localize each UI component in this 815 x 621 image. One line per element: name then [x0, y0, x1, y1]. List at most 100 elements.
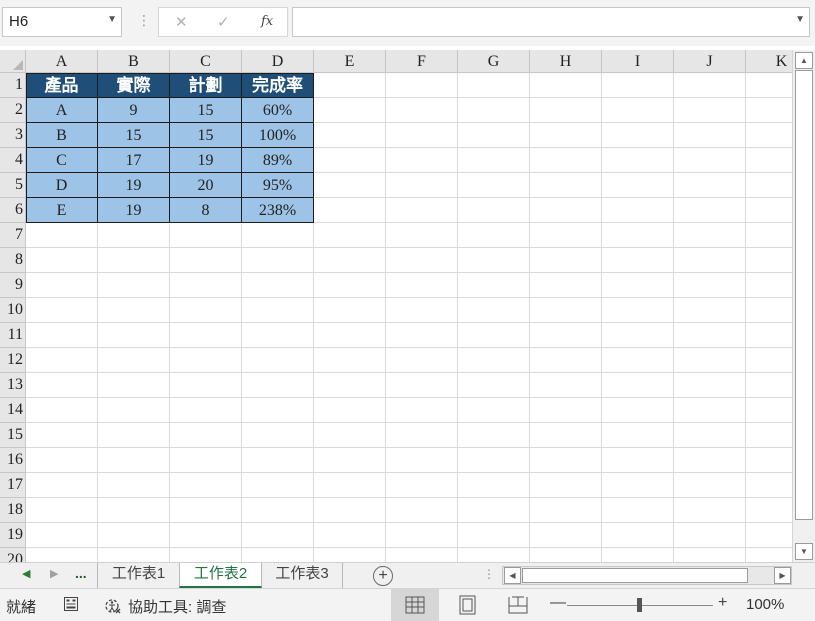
table-cell[interactable]: 19: [98, 173, 170, 198]
scroll-down-icon[interactable]: ▼: [795, 543, 813, 560]
table-header-cell[interactable]: 計劃: [170, 73, 242, 98]
row-header-13[interactable]: 13: [0, 373, 26, 398]
column-header-e[interactable]: E: [314, 50, 386, 73]
table-cell[interactable]: 100%: [242, 123, 314, 148]
row-header-14[interactable]: 14: [0, 398, 26, 423]
table-cell[interactable]: 20: [170, 173, 242, 198]
tab-sheet2[interactable]: 工作表2: [179, 563, 262, 588]
next-sheet-icon[interactable]: ▶: [50, 567, 58, 580]
row-header-8[interactable]: 8: [0, 248, 26, 273]
table-cell[interactable]: 19: [98, 198, 170, 223]
formula-buttons: ✕ ✓ fx: [158, 7, 288, 37]
worksheet-grid[interactable]: ABCDEFGHIJK 1 2 3 4 5 6 7 8 9 10 11 12 13 14 15 16 17 18 1…: [0, 50, 792, 562]
table-cell[interactable]: E: [26, 198, 98, 223]
page-break-view-button[interactable]: [494, 589, 542, 621]
zoom-in-button[interactable]: +: [718, 594, 727, 612]
table-header-cell[interactable]: 實際: [98, 73, 170, 98]
column-header-c[interactable]: C: [170, 50, 242, 73]
normal-view-icon: [405, 596, 425, 614]
table-cell[interactable]: 15: [98, 123, 170, 148]
column-header-f[interactable]: F: [386, 50, 458, 73]
horizontal-scroll-thumb[interactable]: [522, 568, 748, 583]
expand-formula-chevron-down-icon[interactable]: ▼: [795, 14, 805, 25]
scroll-left-icon[interactable]: ◀: [504, 567, 521, 584]
gridline: [26, 297, 792, 298]
formula-bar: H6 ▼ ⋮ ✕ ✓ fx ▼: [0, 0, 815, 46]
table-cell[interactable]: C: [26, 148, 98, 173]
zoom-level[interactable]: 100%: [746, 596, 784, 613]
row-header-5[interactable]: 5: [0, 173, 26, 198]
row-header-19[interactable]: 19: [0, 523, 26, 548]
more-sheets-button[interactable]: ...: [75, 565, 87, 581]
table-cell[interactable]: 9: [98, 98, 170, 123]
row-header-1[interactable]: 1: [0, 73, 26, 98]
table-cell[interactable]: 8: [170, 198, 242, 223]
row-header-4[interactable]: 4: [0, 148, 26, 173]
column-header-j[interactable]: J: [674, 50, 746, 73]
macro-record-icon[interactable]: [64, 597, 78, 611]
cancel-icon[interactable]: ✕: [175, 13, 188, 31]
zoom-out-button[interactable]: —: [550, 594, 566, 612]
row-header-10[interactable]: 10: [0, 298, 26, 323]
column-header-b[interactable]: B: [98, 50, 170, 73]
table-cell[interactable]: B: [26, 123, 98, 148]
tab-splitter[interactable]: ⋮: [483, 567, 495, 581]
name-box-value[interactable]: H6: [9, 13, 28, 30]
formula-bar-splitter[interactable]: ⋮: [137, 12, 151, 32]
select-all-corner[interactable]: [0, 50, 26, 73]
row-header-11[interactable]: 11: [0, 323, 26, 348]
column-header-i[interactable]: I: [602, 50, 674, 73]
prev-sheet-icon[interactable]: ◀: [22, 567, 30, 580]
column-header-h[interactable]: H: [530, 50, 602, 73]
vertical-scrollbar[interactable]: ▲ ▼: [792, 50, 815, 562]
row-header-7[interactable]: 7: [0, 223, 26, 248]
row-header-17[interactable]: 17: [0, 473, 26, 498]
table-cell[interactable]: 95%: [242, 173, 314, 198]
table-cell[interactable]: 19: [170, 148, 242, 173]
table-cell[interactable]: 238%: [242, 198, 314, 223]
horizontal-scrollbar[interactable]: ◀ ▶: [502, 566, 792, 585]
accessibility-status[interactable]: 協助工具: 調查: [128, 596, 226, 617]
tab-sheet3[interactable]: 工作表3: [262, 563, 343, 588]
page-layout-view-button[interactable]: [443, 589, 491, 621]
gridline: [26, 472, 792, 473]
row-header-12[interactable]: 12: [0, 348, 26, 373]
table-cell[interactable]: 15: [170, 123, 242, 148]
status-bar: 就緒 協助工具: 調查 — + 100%: [0, 588, 815, 621]
row-header-3[interactable]: 3: [0, 123, 26, 148]
accessibility-icon[interactable]: [104, 597, 122, 615]
table-cell[interactable]: A: [26, 98, 98, 123]
column-header-g[interactable]: G: [458, 50, 530, 73]
table-header-cell[interactable]: 完成率: [242, 73, 314, 98]
row-header-6[interactable]: 6: [0, 198, 26, 223]
row-header-20[interactable]: 20: [0, 548, 26, 562]
row-header-18[interactable]: 18: [0, 498, 26, 523]
row-header-16[interactable]: 16: [0, 448, 26, 473]
table-header-cell[interactable]: 產品: [26, 73, 98, 98]
enter-icon[interactable]: ✓: [217, 13, 230, 31]
table-cell[interactable]: 17: [98, 148, 170, 173]
zoom-slider-thumb[interactable]: [637, 598, 642, 612]
table-cell[interactable]: 15: [170, 98, 242, 123]
gridline: [26, 247, 792, 248]
formula-input[interactable]: ▼: [292, 7, 810, 37]
fx-icon[interactable]: fx: [261, 14, 273, 29]
scroll-up-icon[interactable]: ▲: [795, 52, 813, 69]
scroll-right-icon[interactable]: ▶: [774, 567, 791, 584]
cell-area[interactable]: 產品 實際 計劃 完成率 A 9 15 60% B 15 15 100% C 17 19 89% D 19 20 95…: [26, 73, 792, 562]
tab-sheet1[interactable]: 工作表1: [97, 563, 180, 588]
row-header-2[interactable]: 2: [0, 98, 26, 123]
column-header-k[interactable]: K: [746, 50, 792, 73]
row-header-15[interactable]: 15: [0, 423, 26, 448]
chevron-down-icon[interactable]: ▼: [107, 14, 117, 25]
normal-view-button[interactable]: [391, 589, 439, 621]
name-box[interactable]: H6 ▼: [2, 7, 122, 37]
column-header-a[interactable]: A: [26, 50, 98, 73]
add-sheet-icon[interactable]: +: [373, 566, 393, 586]
table-cell[interactable]: 89%: [242, 148, 314, 173]
column-header-d[interactable]: D: [242, 50, 314, 73]
table-cell[interactable]: 60%: [242, 98, 314, 123]
vertical-scroll-thumb[interactable]: [795, 70, 813, 520]
table-cell[interactable]: D: [26, 173, 98, 198]
row-header-9[interactable]: 9: [0, 273, 26, 298]
